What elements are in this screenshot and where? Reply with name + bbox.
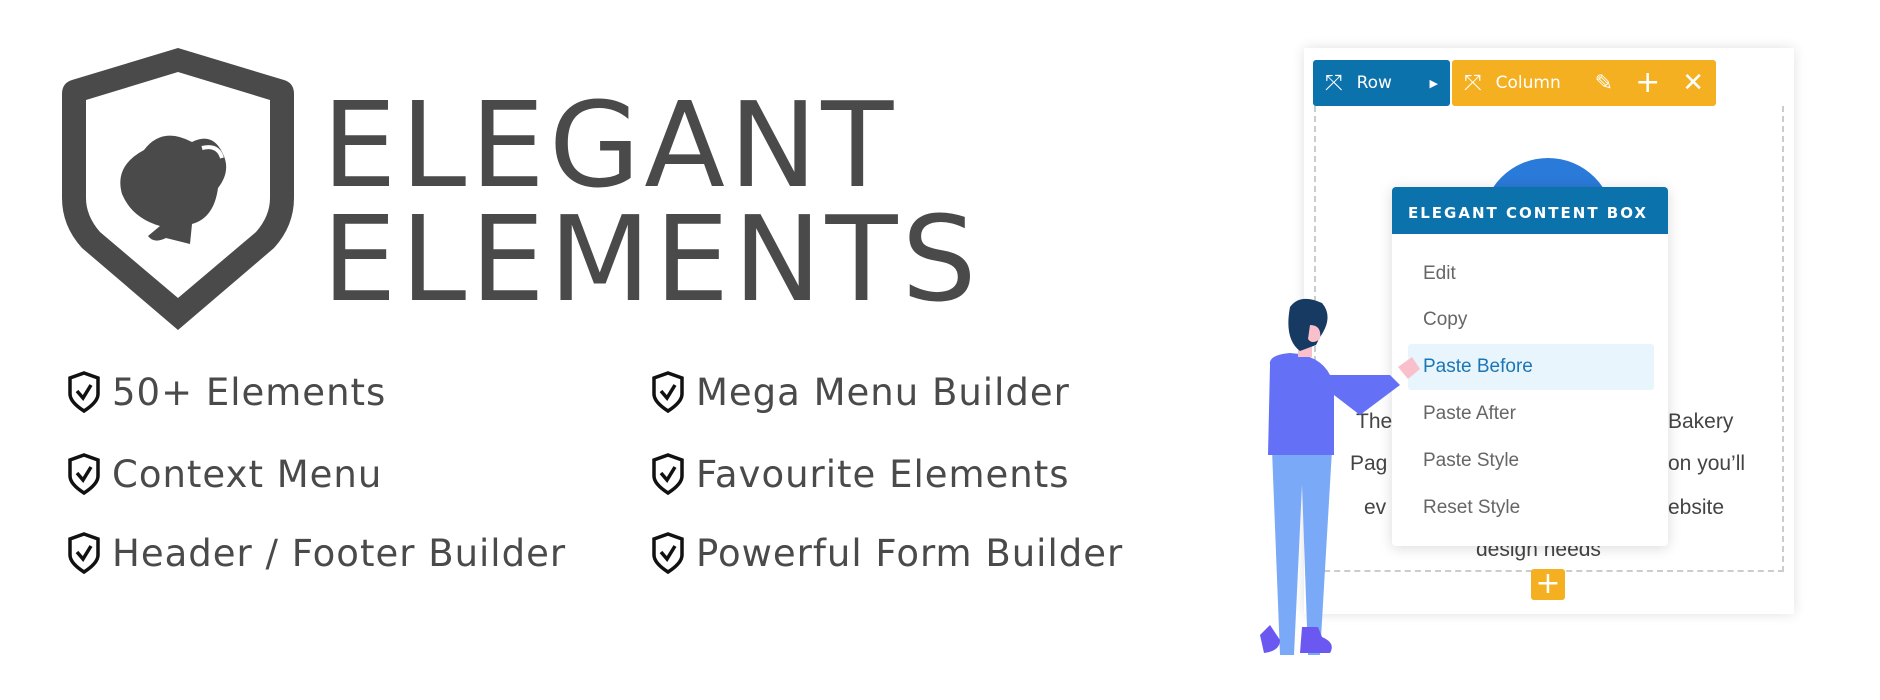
caret-right-icon[interactable]: ▶ bbox=[1430, 77, 1438, 90]
logo-shield-icon bbox=[62, 48, 294, 330]
feature-label: Powerful Form Builder bbox=[696, 531, 1124, 575]
feature-label: Header / Footer Builder bbox=[112, 531, 567, 575]
content-text: on you’ll bbox=[1668, 452, 1746, 475]
person-illustration bbox=[1260, 298, 1420, 660]
menu-item-paste-style[interactable]: Paste Style bbox=[1408, 438, 1654, 484]
feature-label: Favourite Elements bbox=[696, 452, 1070, 496]
add-element-button[interactable]: + bbox=[1531, 569, 1565, 600]
shield-check-icon bbox=[68, 532, 100, 575]
edit-pencil-icon[interactable]: ✎ bbox=[1595, 71, 1613, 96]
menu-item-paste-after[interactable]: Paste After bbox=[1408, 391, 1654, 437]
row-toolbar[interactable]: ⤧ Row ▶ bbox=[1313, 60, 1450, 106]
shield-check-icon bbox=[652, 453, 684, 496]
add-icon[interactable]: + bbox=[1635, 68, 1660, 98]
feature-label: Context Menu bbox=[112, 452, 383, 496]
feature-label: Mega Menu Builder bbox=[696, 370, 1070, 414]
feature-item: 50+ Elements bbox=[66, 370, 386, 414]
column-label: Column bbox=[1495, 73, 1561, 93]
row-label: Row bbox=[1356, 73, 1392, 93]
column-toolbar[interactable]: ⤧ Column ✎ + ✕ bbox=[1452, 60, 1716, 106]
feature-item: Favourite Elements bbox=[650, 452, 1070, 496]
move-icon[interactable]: ⤧ bbox=[1325, 71, 1343, 96]
menu-item-copy[interactable]: Copy bbox=[1408, 297, 1654, 343]
brand-line-1: ELEGANT bbox=[322, 76, 898, 214]
feature-item: Context Menu bbox=[66, 452, 382, 496]
feature-item: Powerful Form Builder bbox=[650, 531, 1123, 575]
feature-item: Mega Menu Builder bbox=[650, 370, 1070, 414]
content-text: Bakery bbox=[1668, 410, 1734, 433]
move-icon[interactable]: ⤧ bbox=[1464, 71, 1482, 96]
menu-item-edit[interactable]: Edit bbox=[1408, 251, 1654, 297]
close-icon[interactable]: ✕ bbox=[1682, 68, 1704, 98]
menu-item-reset-style[interactable]: Reset Style bbox=[1408, 485, 1654, 531]
feature-label: 50+ Elements bbox=[112, 370, 387, 414]
shield-check-icon bbox=[68, 453, 100, 496]
context-menu: ELEGANT CONTENT BOX Edit Copy Paste Befo… bbox=[1392, 187, 1668, 546]
shield-check-icon bbox=[652, 371, 684, 414]
menu-item-paste-before[interactable]: Paste Before bbox=[1408, 344, 1654, 390]
context-menu-title: ELEGANT CONTENT BOX bbox=[1392, 187, 1668, 234]
brand-line-2: ELEMENTS bbox=[322, 190, 981, 328]
shield-check-icon bbox=[68, 371, 100, 414]
feature-item: Header / Footer Builder bbox=[66, 531, 566, 575]
content-text: ebsite bbox=[1668, 496, 1725, 519]
shield-check-icon bbox=[652, 532, 684, 575]
